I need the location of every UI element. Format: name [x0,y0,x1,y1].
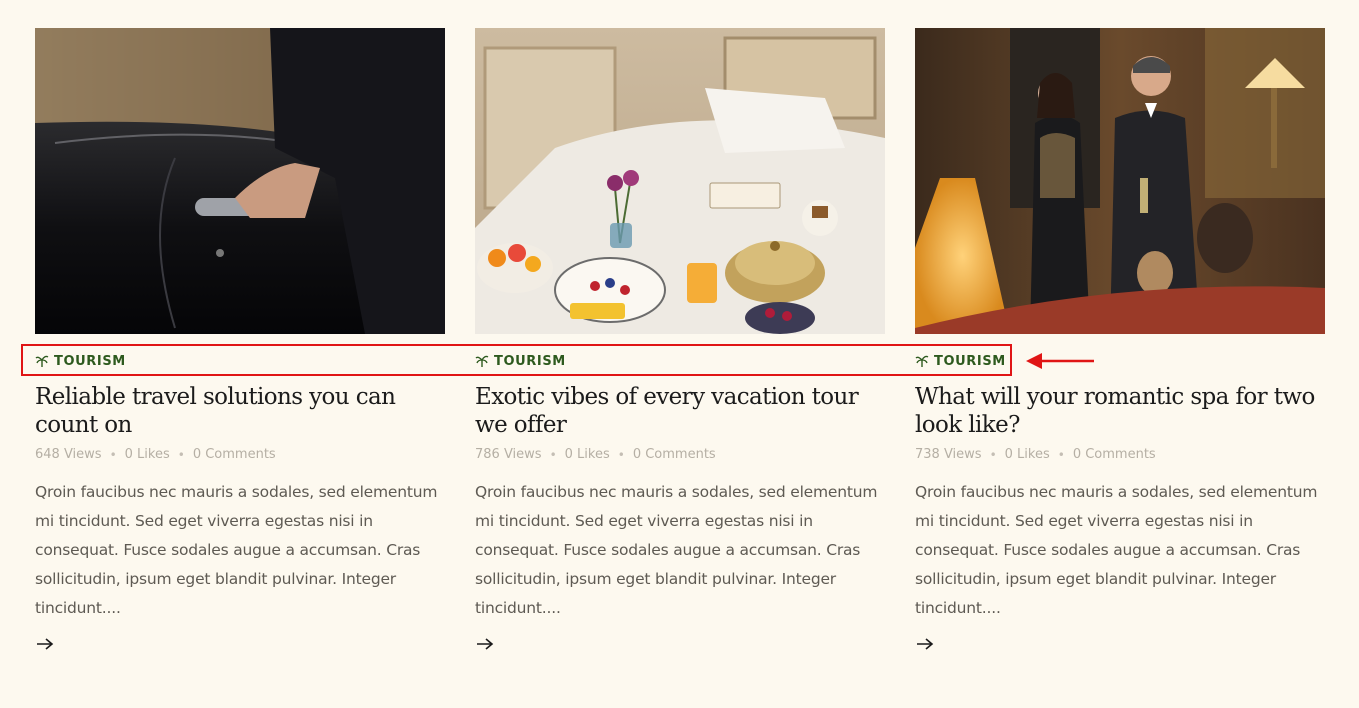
blog-card: TOURISM What will your romantic spa for … [915,28,1325,656]
meta-separator: • [109,447,117,462]
post-meta: 648 Views • 0 Likes • 0 Comments [35,447,445,462]
palm-tree-icon [915,355,929,367]
meta-separator: • [549,447,557,462]
comments-count[interactable]: 0 Comments [193,447,276,462]
read-more-link[interactable] [35,637,55,651]
comments-count[interactable]: 0 Comments [633,447,716,462]
category-link[interactable]: TOURISM [475,353,885,369]
arrow-right-icon [917,638,934,650]
blog-card: TOURISM Reliable travel solutions you ca… [35,28,445,656]
meta-separator: • [617,447,625,462]
post-thumbnail[interactable] [475,28,885,334]
category-label: TOURISM [54,353,126,369]
post-title[interactable]: Reliable travel solutions you can count … [35,383,445,439]
views-count: 648 Views [35,447,102,462]
post-title[interactable]: Exotic vibes of every vacation tour we o… [475,383,885,439]
post-meta: 786 Views • 0 Likes • 0 Comments [475,447,885,462]
post-excerpt: Qroin faucibus nec mauris a sodales, sed… [915,483,1318,617]
post-title[interactable]: What will your romantic spa for two look… [915,383,1325,439]
palm-tree-icon [35,355,49,367]
breakfast-bed-image [475,28,885,334]
likes-count[interactable]: 0 Likes [565,447,610,462]
post-thumbnail[interactable] [35,28,445,334]
category-link[interactable]: TOURISM [35,353,445,369]
post-meta: 738 Views • 0 Likes • 0 Comments [915,447,1325,462]
couple-lounge-image [915,28,1325,334]
post-excerpt: Qroin faucibus nec mauris a sodales, sed… [35,483,438,617]
likes-count[interactable]: 0 Likes [1005,447,1050,462]
blog-grid: TOURISM Reliable travel solutions you ca… [35,28,1325,656]
meta-separator: • [177,447,185,462]
views-count: 786 Views [475,447,542,462]
meta-separator: • [1057,447,1065,462]
views-count: 738 Views [915,447,982,462]
meta-separator: • [989,447,997,462]
category-label: TOURISM [934,353,1006,369]
car-door-image [35,28,445,334]
palm-tree-icon [475,355,489,367]
comments-count[interactable]: 0 Comments [1073,447,1156,462]
arrow-right-icon [37,638,54,650]
read-more-link[interactable] [475,637,495,651]
category-link[interactable]: TOURISM [915,353,1325,369]
post-thumbnail[interactable] [915,28,1325,334]
likes-count[interactable]: 0 Likes [125,447,170,462]
blog-card: TOURISM Exotic vibes of every vacation t… [475,28,885,656]
post-excerpt: Qroin faucibus nec mauris a sodales, sed… [475,483,878,617]
category-label: TOURISM [494,353,566,369]
arrow-right-icon [477,638,494,650]
read-more-link[interactable] [915,637,935,651]
